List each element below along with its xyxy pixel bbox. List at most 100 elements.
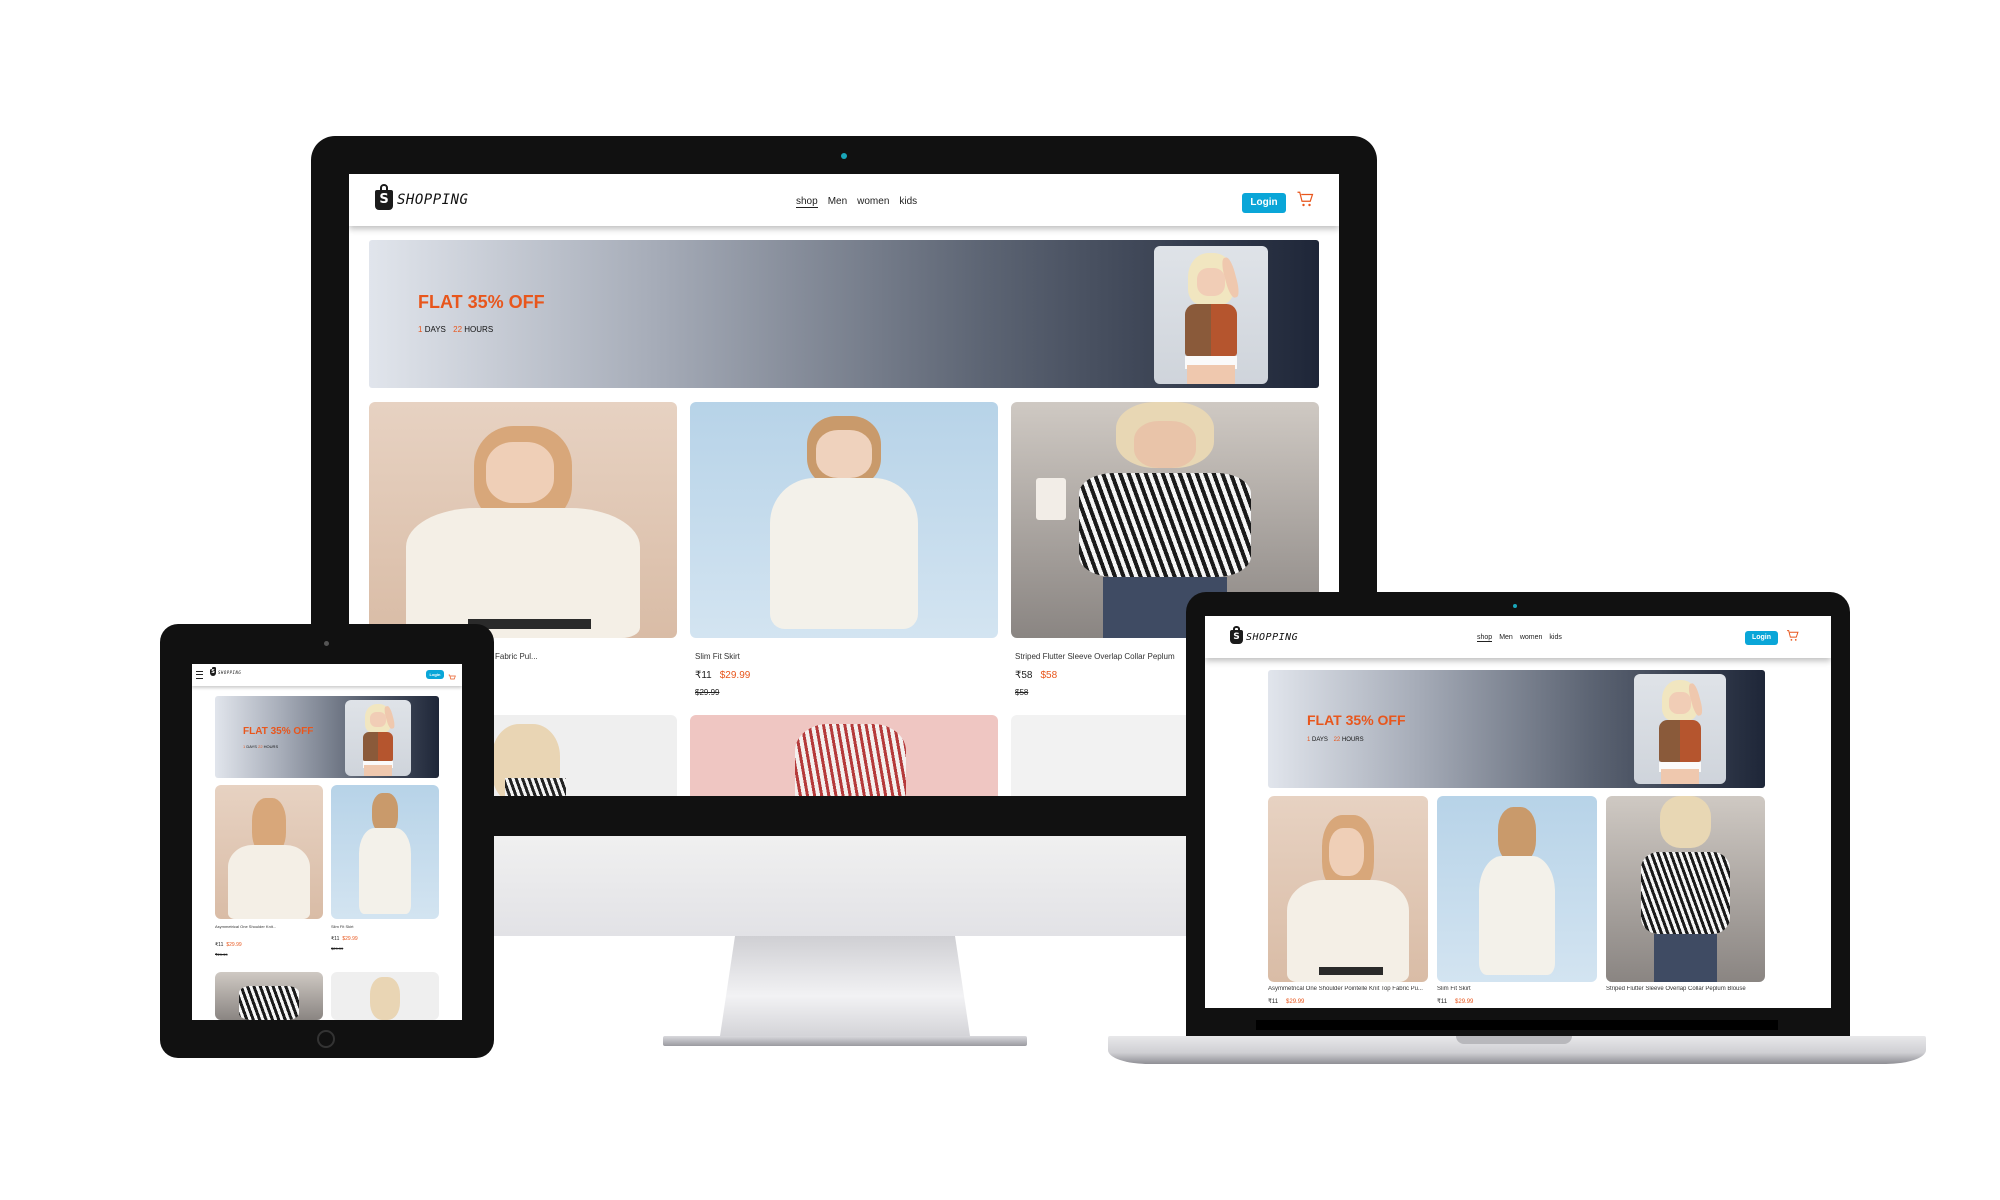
laptop-cart-icon[interactable] <box>1786 629 1799 642</box>
tablet-promo-title: FLAT 35% OFF <box>243 726 314 737</box>
login-button[interactable]: Login <box>1242 193 1286 213</box>
tablet-product-price-old-1: $29.99 <box>226 942 242 948</box>
laptop-camera <box>1513 604 1517 608</box>
laptop-navbar: S SHOPPING shop Men women kids Login <box>1205 616 1831 658</box>
tablet-brand-logo[interactable]: S SHOPPING <box>210 666 242 676</box>
laptop-product-image-3[interactable] <box>1606 796 1765 982</box>
tablet-camera <box>324 641 329 646</box>
shopping-bag-icon: S <box>375 183 393 210</box>
tablet-product-price-2: ₹11 $29.99 <box>331 936 358 942</box>
laptop-product-price-2: ₹11 $29.99 <box>1437 998 1473 1005</box>
laptop-login-button[interactable]: Login <box>1745 631 1778 645</box>
nav-links: shop Men women kids <box>796 196 917 208</box>
laptop-brand-logo[interactable]: S SHOPPING <box>1230 625 1298 644</box>
tablet-login-button[interactable]: Login <box>426 670 444 679</box>
tablet-promo-countdown: 1 DAYS 22 HOURS <box>243 744 278 749</box>
product-name-2[interactable]: Slim Fit Skirt <box>695 652 995 661</box>
laptop-product-name-3[interactable]: Striped Flutter Sleeve Overlap Collar Pe… <box>1606 986 1765 992</box>
tablet-countdown-hours-label: HOURS <box>263 744 279 749</box>
laptop-shopping-bag-icon: S <box>1230 625 1243 644</box>
product-strike-3: $58 <box>1015 688 1029 697</box>
tablet-product-name-2[interactable]: Slim Fit Skirt <box>331 924 439 929</box>
tablet-navbar: S SHOPPING Login <box>192 664 462 686</box>
tablet-screen: S SHOPPING Login FLAT 35% OFF 1 DAYS 22 … <box>192 664 462 1020</box>
laptop-bottom-bezel <box>1256 1020 1778 1030</box>
laptop-trackpad-notch <box>1456 1036 1572 1044</box>
banner-model-image <box>1154 246 1268 384</box>
tablet-product-price-1: ₹11 $29.99 <box>215 942 242 948</box>
laptop-screen: S SHOPPING shop Men women kids Login FLA… <box>1205 616 1831 1008</box>
tablet-cart-icon[interactable] <box>448 669 456 680</box>
desktop-camera <box>841 153 847 159</box>
tablet-product-strike-1: ₹29.99 <box>215 952 228 957</box>
laptop-product-image-2[interactable] <box>1437 796 1597 982</box>
tablet-product-image-1[interactable] <box>215 785 323 919</box>
product-price-current-3: ₹58 <box>1015 670 1033 681</box>
laptop-product-name-1[interactable]: Asymmetrical One Shoulder Pointelle Knit… <box>1268 986 1428 992</box>
product-price-3: ₹58 $58 <box>1015 670 1057 681</box>
laptop-promo-title: FLAT 35% OFF <box>1307 712 1406 728</box>
tablet-promo-banner[interactable]: FLAT 35% OFF 1 DAYS 22 HOURS <box>215 696 439 778</box>
nav-link-women[interactable]: women <box>857 196 889 208</box>
promo-countdown: 1 DAYS 22 HOURS <box>418 325 493 334</box>
desktop-monitor-stand <box>720 936 970 1036</box>
countdown-days: 1 <box>418 325 423 334</box>
laptop-countdown-days: 1 <box>1307 737 1311 743</box>
tablet-countdown-days: 1 <box>243 744 246 749</box>
laptop-banner-model-image <box>1634 674 1726 784</box>
laptop-nav-link-shop[interactable]: shop <box>1477 634 1493 642</box>
tablet-product-image-2[interactable] <box>331 785 439 919</box>
tablet-product-image-3[interactable] <box>215 972 323 1020</box>
tablet-product-strike-2: $29.99 <box>331 946 344 951</box>
product-price-current-2: ₹11 <box>695 670 712 681</box>
product-strike-2: $29.99 <box>695 688 720 697</box>
nav-link-shop[interactable]: shop <box>796 196 818 208</box>
desktop-navbar: S SHOPPING shop Men women kids Login <box>349 174 1339 226</box>
laptop-product-price-current-2: ₹11 <box>1437 999 1448 1005</box>
hamburger-menu-icon[interactable] <box>196 671 203 679</box>
promo-title: FLAT 35% OFF <box>418 292 545 312</box>
cart-icon[interactable] <box>1296 190 1314 208</box>
tablet-countdown-days-label: DAYS <box>246 744 257 749</box>
laptop-nav-links: shop Men women kids <box>1477 634 1562 642</box>
countdown-hours-label: HOURS <box>464 325 494 334</box>
tablet-product-price-current-1: ₹11 <box>215 942 224 948</box>
tablet-shopping-bag-icon: S <box>210 666 216 676</box>
laptop-nav-link-women[interactable]: women <box>1520 634 1543 642</box>
laptop-promo-countdown: 1 DAYS 22 HOURS <box>1307 737 1364 743</box>
tablet-product-price-current-2: ₹11 <box>331 936 340 942</box>
product-price-old-2: $29.99 <box>719 670 751 681</box>
tablet-countdown-hours: 22 <box>258 744 263 749</box>
laptop-countdown-days-label: DAYS <box>1312 737 1328 743</box>
nav-link-men[interactable]: Men <box>828 196 847 208</box>
laptop-product-price-current-1: ₹11 <box>1268 999 1279 1005</box>
laptop-countdown-hours-label: HOURS <box>1341 737 1364 743</box>
tablet-home-button[interactable] <box>317 1030 335 1048</box>
product-price-2: ₹11 $29.99 <box>695 670 750 681</box>
tablet-brand-name: SHOPPING <box>218 670 242 675</box>
tablet-product-image-4[interactable] <box>331 972 439 1020</box>
laptop-product-image-1[interactable] <box>1268 796 1428 982</box>
nav-link-kids[interactable]: kids <box>899 196 917 208</box>
product-price-old-3: $58 <box>1040 670 1058 681</box>
tablet-product-price-old-2: $29.99 <box>342 936 358 942</box>
laptop-product-price-old-1: $29.99 <box>1286 999 1305 1005</box>
product-name-1[interactable]: alsiki Fabric Pul... <box>475 652 675 661</box>
promo-banner[interactable]: FLAT 35% OFF 1 DAYS 22 HOURS <box>369 240 1319 388</box>
tablet-banner-model-image <box>345 700 411 776</box>
tablet-product-name-1[interactable]: Asymmetrical One Shoulder Knit... <box>215 924 323 929</box>
brand-logo[interactable]: S SHOPPING <box>375 183 469 210</box>
laptop-countdown-hours: 22 <box>1333 737 1341 743</box>
laptop-promo-banner[interactable]: FLAT 35% OFF 1 DAYS 22 HOURS <box>1268 670 1765 788</box>
product-image-1[interactable] <box>369 402 677 638</box>
product-image-2[interactable] <box>690 402 998 638</box>
laptop-product-price-1: ₹11 $29.99 <box>1268 998 1304 1005</box>
laptop-product-name-2[interactable]: Slim Fit Skirt <box>1437 986 1597 992</box>
laptop-nav-link-kids[interactable]: kids <box>1549 634 1561 642</box>
laptop-product-price-old-2: $29.99 <box>1455 999 1474 1005</box>
brand-name: SHOPPING <box>397 192 469 208</box>
countdown-days-label: DAYS <box>424 325 446 334</box>
product-image-5[interactable] <box>690 715 998 796</box>
countdown-hours: 22 <box>453 325 463 334</box>
laptop-nav-link-men[interactable]: Men <box>1499 634 1513 642</box>
